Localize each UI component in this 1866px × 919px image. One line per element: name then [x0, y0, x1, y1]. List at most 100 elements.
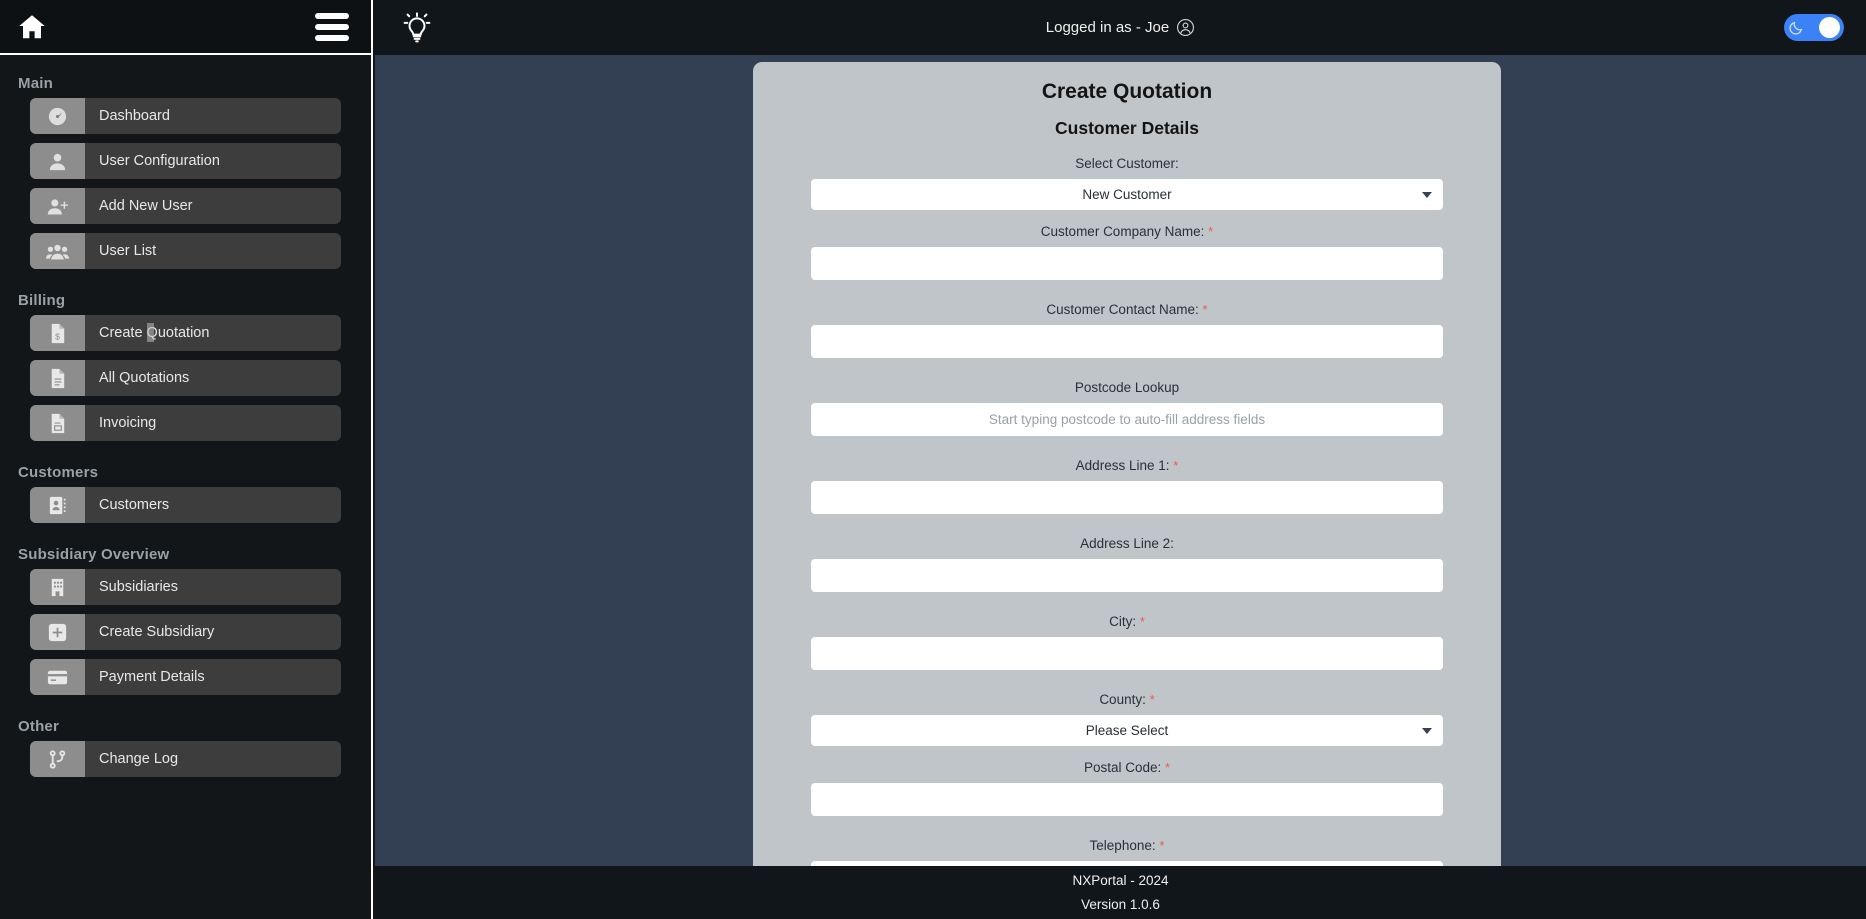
field-label: Address Line 1: *: [811, 458, 1443, 473]
invoice-icon: [30, 405, 85, 441]
field-city: City: *: [811, 614, 1443, 670]
label-text: Customer Contact Name:: [1046, 302, 1199, 317]
user-icon: [30, 143, 85, 179]
field-telephone: Telephone: *: [811, 838, 1443, 866]
sidebar-item-create-subsidiary[interactable]: Create Subsidiary: [30, 614, 341, 650]
sidebar-item-add-new-user[interactable]: Add New User: [30, 188, 341, 224]
dark-mode-toggle[interactable]: [1784, 14, 1844, 41]
sidebar-item-subsidiaries[interactable]: Subsidiaries: [30, 569, 341, 605]
sidebar-item-all-quotations[interactable]: All Quotations: [30, 360, 341, 396]
sidebar-item-label: Add New User: [99, 198, 193, 214]
required-marker: *: [1139, 614, 1145, 629]
gauge-icon: [30, 98, 85, 134]
footer: NXPortal - 2024 Version 1.0.6: [375, 866, 1866, 919]
sidebar-item-payment-details[interactable]: Payment Details: [30, 659, 341, 695]
field-label: Postal Code: *: [811, 760, 1443, 775]
user-circle-icon[interactable]: [1176, 18, 1195, 37]
field-label: Postcode Lookup: [811, 380, 1443, 395]
sidebar-item-change-log[interactable]: Change Log: [30, 741, 341, 777]
sidebar-item-user-list[interactable]: User List: [30, 233, 341, 269]
sidebar-item-user-configuration[interactable]: User Configuration: [30, 143, 341, 179]
select-wrapper: Please Select: [811, 715, 1443, 746]
label-text: Address Line 2:: [1080, 536, 1174, 551]
logged-in-status: Logged in as - Joe: [375, 18, 1866, 37]
sidebar-header: [0, 0, 371, 55]
credit-card-icon: [30, 659, 85, 695]
moon-icon: [1788, 20, 1804, 36]
label-text: Address Line 1:: [1075, 458, 1170, 473]
document-lines-icon: [30, 360, 85, 396]
hamburger-bar-1: [315, 12, 349, 19]
sidebar-item-dashboard[interactable]: Dashboard: [30, 98, 341, 134]
label-text: Telephone:: [1089, 838, 1156, 853]
sidebar-item-label: Dashboard: [99, 108, 170, 124]
field-label: Address Line 2:: [811, 536, 1443, 551]
main-content: Create Quotation Customer Details Select…: [375, 55, 1866, 866]
address-line-2-input[interactable]: [811, 559, 1443, 592]
customer-company-name-input[interactable]: [811, 247, 1443, 280]
lightbulb-icon[interactable]: [400, 9, 434, 47]
sidebar-item-label: Change Log: [99, 751, 179, 767]
nav-group-title-customers: Customers: [18, 464, 99, 481]
document-dollar-icon: $: [30, 315, 85, 351]
sidebar-item-create-quotation[interactable]: $ Create Quotation: [30, 315, 341, 351]
label-text: Postcode Lookup: [1074, 380, 1180, 395]
label-text: Customer Company Name:: [1040, 224, 1205, 239]
nav-group-title-subsidiary-overview: Subsidiary Overview: [18, 546, 170, 563]
text-cursor: [147, 323, 154, 342]
select-customer-dropdown[interactable]: New Customer: [811, 179, 1443, 210]
sidebar-item-label: Create Subsidiary: [99, 624, 215, 640]
field-customer-contact-name: Customer Contact Name: *: [811, 302, 1443, 358]
field-select-customer: Select Customer: New Customer: [811, 156, 1443, 210]
top-bar: Logged in as - Joe: [375, 0, 1866, 55]
field-address-line-2: Address Line 2:: [811, 536, 1443, 592]
label-text: City:: [1109, 614, 1137, 629]
users-group-icon: [30, 233, 85, 269]
field-customer-company-name: Customer Company Name: *: [811, 224, 1443, 280]
user-plus-icon: [30, 188, 85, 224]
required-marker: *: [1208, 224, 1214, 239]
required-marker: *: [1159, 838, 1165, 853]
address-line-1-input[interactable]: [811, 481, 1443, 514]
sidebar-item-label: Subsidiaries: [99, 579, 178, 595]
field-postcode-lookup: Postcode Lookup: [811, 380, 1443, 436]
home-icon[interactable]: [14, 12, 50, 42]
sidebar-item-label: User List: [99, 243, 157, 259]
logged-in-text: Logged in as - Joe: [1045, 19, 1170, 36]
required-marker: *: [1149, 692, 1155, 707]
postcode-lookup-input[interactable]: [811, 403, 1443, 436]
sidebar: Main Dashboard User Configuration Add Ne…: [0, 0, 373, 919]
label-text: Postal Code:: [1083, 760, 1162, 775]
field-label: Select Customer:: [811, 156, 1443, 171]
section-title: Customer Details: [1055, 118, 1199, 138]
county-dropdown[interactable]: Please Select: [811, 715, 1443, 746]
sidebar-item-label: All Quotations: [99, 370, 190, 386]
customer-contact-name-input[interactable]: [811, 325, 1443, 358]
footer-version: Version 1.0.6: [1081, 897, 1160, 912]
hamburger-bar-3: [315, 34, 349, 41]
field-label: County: *: [811, 692, 1443, 707]
field-county: County: * Please Select: [811, 692, 1443, 746]
field-label: City: *: [811, 614, 1443, 629]
sidebar-item-label: Invoicing: [99, 415, 157, 431]
label-text: County:: [1099, 692, 1146, 707]
sidebar-nav: Main Dashboard User Configuration Add Ne…: [0, 55, 371, 777]
page-title: Create Quotation: [1041, 80, 1213, 103]
git-branch-icon: [30, 741, 85, 777]
hamburger-icon[interactable]: [315, 12, 349, 41]
label-text: Select Customer:: [1075, 156, 1179, 171]
nav-group-title-other: Other: [18, 718, 60, 735]
required-marker: *: [1173, 458, 1179, 473]
field-address-line-1: Address Line 1: *: [811, 458, 1443, 514]
building-icon: [30, 569, 85, 605]
nav-group-title-billing: Billing: [18, 292, 66, 309]
sidebar-item-label: User Configuration: [99, 153, 220, 169]
field-postal-code: Postal Code: *: [811, 760, 1443, 816]
sidebar-item-customers[interactable]: Customers: [30, 487, 341, 523]
contact-card-icon: [30, 487, 85, 523]
postal-code-input[interactable]: [811, 783, 1443, 816]
sidebar-item-invoicing[interactable]: Invoicing: [30, 405, 341, 441]
required-marker: *: [1202, 302, 1208, 317]
plus-square-icon: [30, 614, 85, 650]
city-input[interactable]: [811, 637, 1443, 670]
